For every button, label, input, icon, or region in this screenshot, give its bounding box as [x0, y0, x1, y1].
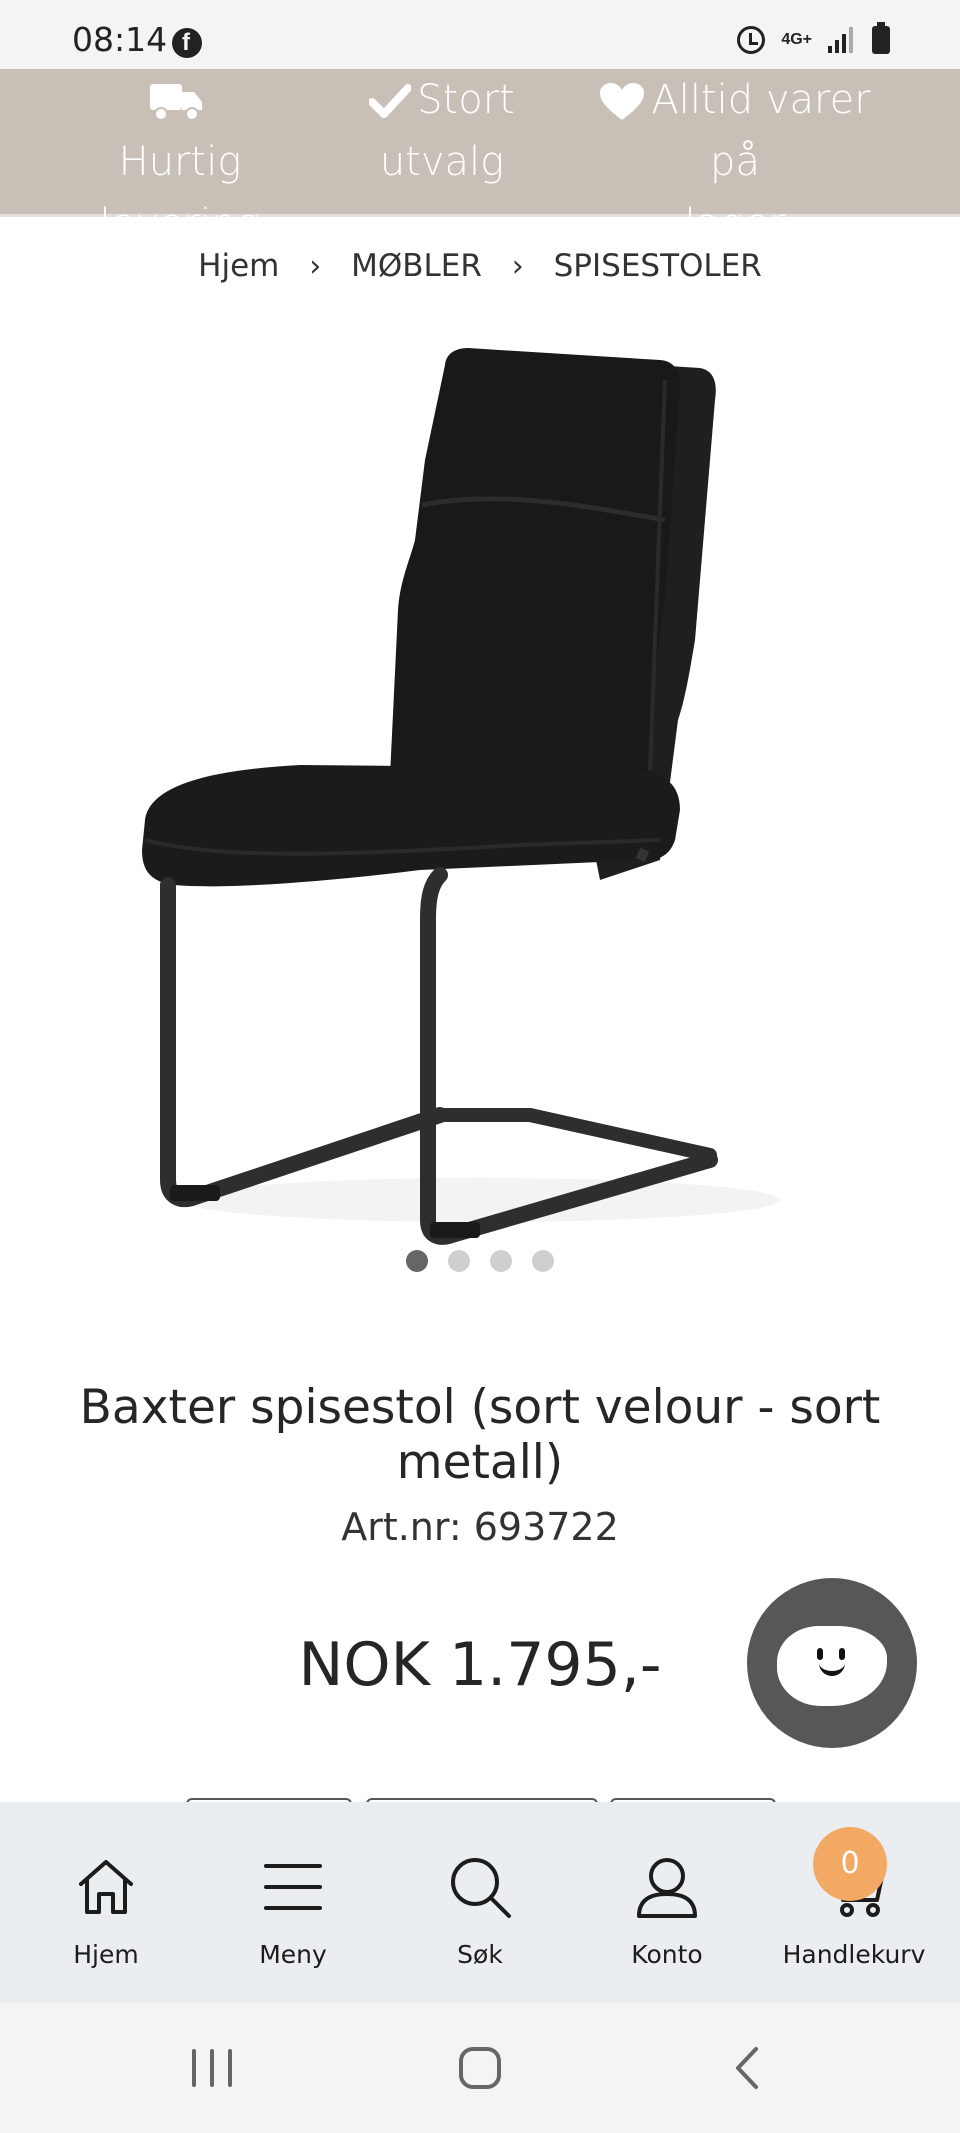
product-title: Baxter spisestol (sort velour - sort met…	[79, 1380, 881, 1490]
usp-always-in-stock-line1: Alltid varer på	[651, 77, 871, 185]
chat-widget-button[interactable]	[747, 1578, 917, 1748]
heart-icon	[600, 83, 645, 120]
image-pagination	[0, 1250, 960, 1272]
system-navigation-bar	[0, 2003, 960, 2133]
pagination-dot-1[interactable]	[406, 1250, 428, 1272]
home-icon	[79, 1860, 133, 1914]
usp-large-selection: Stort utvalg	[362, 69, 522, 193]
pagination-dot-3[interactable]	[490, 1250, 512, 1272]
nav-account-label: Konto	[631, 1940, 703, 1969]
bottom-navigation: Hjem Meny Søk Konto Handlekurv	[0, 1802, 960, 2003]
nav-account[interactable]: Konto	[577, 1802, 757, 2003]
nav-search-label: Søk	[457, 1940, 503, 1969]
article-number: Art.nr: 693722	[341, 1505, 619, 1549]
alarm-icon	[737, 26, 766, 54]
truck-icon	[150, 84, 202, 121]
battery-icon	[872, 22, 890, 54]
usp-always-in-stock: Alltid varer på lager	[580, 69, 890, 255]
recent-apps-icon[interactable]	[182, 2043, 242, 2093]
home-button-icon[interactable]	[450, 2043, 510, 2093]
product-image[interactable]	[100, 340, 860, 1270]
breadcrumb-mobler[interactable]: MØBLER	[351, 248, 482, 284]
usp-large-selection-line2: utvalg	[379, 139, 505, 185]
usp-large-selection-line1: Stort	[417, 77, 515, 123]
status-icons: 4G+	[737, 22, 890, 54]
status-time: 08:14	[72, 20, 168, 59]
pagination-dot-2[interactable]	[448, 1250, 470, 1272]
chevron-right-icon: ›	[309, 249, 322, 284]
usp-always-in-stock-line2: lager	[684, 201, 786, 247]
pagination-dot-4[interactable]	[532, 1250, 554, 1272]
breadcrumb-home[interactable]: Hjem	[198, 248, 279, 284]
search-icon	[451, 1858, 511, 1918]
chevron-right-icon: ›	[511, 249, 524, 284]
cart-count-badge: 0	[813, 1827, 887, 1901]
nav-menu[interactable]: Meny	[203, 1802, 383, 2003]
signal-icon	[828, 27, 856, 53]
nav-cart-label: Handlekurv	[782, 1940, 926, 1969]
user-icon	[637, 1858, 697, 1918]
menu-icon	[264, 1864, 322, 1910]
status-bar: 08:14 f 4G+	[0, 0, 960, 69]
nav-search[interactable]: Søk	[390, 1802, 570, 2003]
nav-home[interactable]: Hjem	[16, 1802, 196, 2003]
usp-banner: Hurtig levering Stort utvalg Alltid vare…	[0, 69, 960, 247]
nav-home-label: Hjem	[73, 1940, 139, 1969]
facebook-notification-icon: f	[172, 28, 202, 58]
usp-fast-delivery-line1: Hurtig	[118, 139, 242, 185]
chat-face-icon	[777, 1626, 887, 1706]
back-icon[interactable]	[718, 2043, 778, 2093]
network-type-label: 4G+	[781, 31, 812, 48]
check-icon	[369, 84, 412, 118]
usp-fast-delivery: Hurtig levering	[90, 69, 270, 255]
nav-menu-label: Meny	[259, 1940, 327, 1969]
breadcrumb-spisestoler[interactable]: SPISESTOLER	[554, 248, 762, 284]
usp-fast-delivery-line2: levering	[99, 201, 261, 247]
breadcrumb: Hjem › MØBLER › SPISESTOLER	[0, 248, 960, 284]
